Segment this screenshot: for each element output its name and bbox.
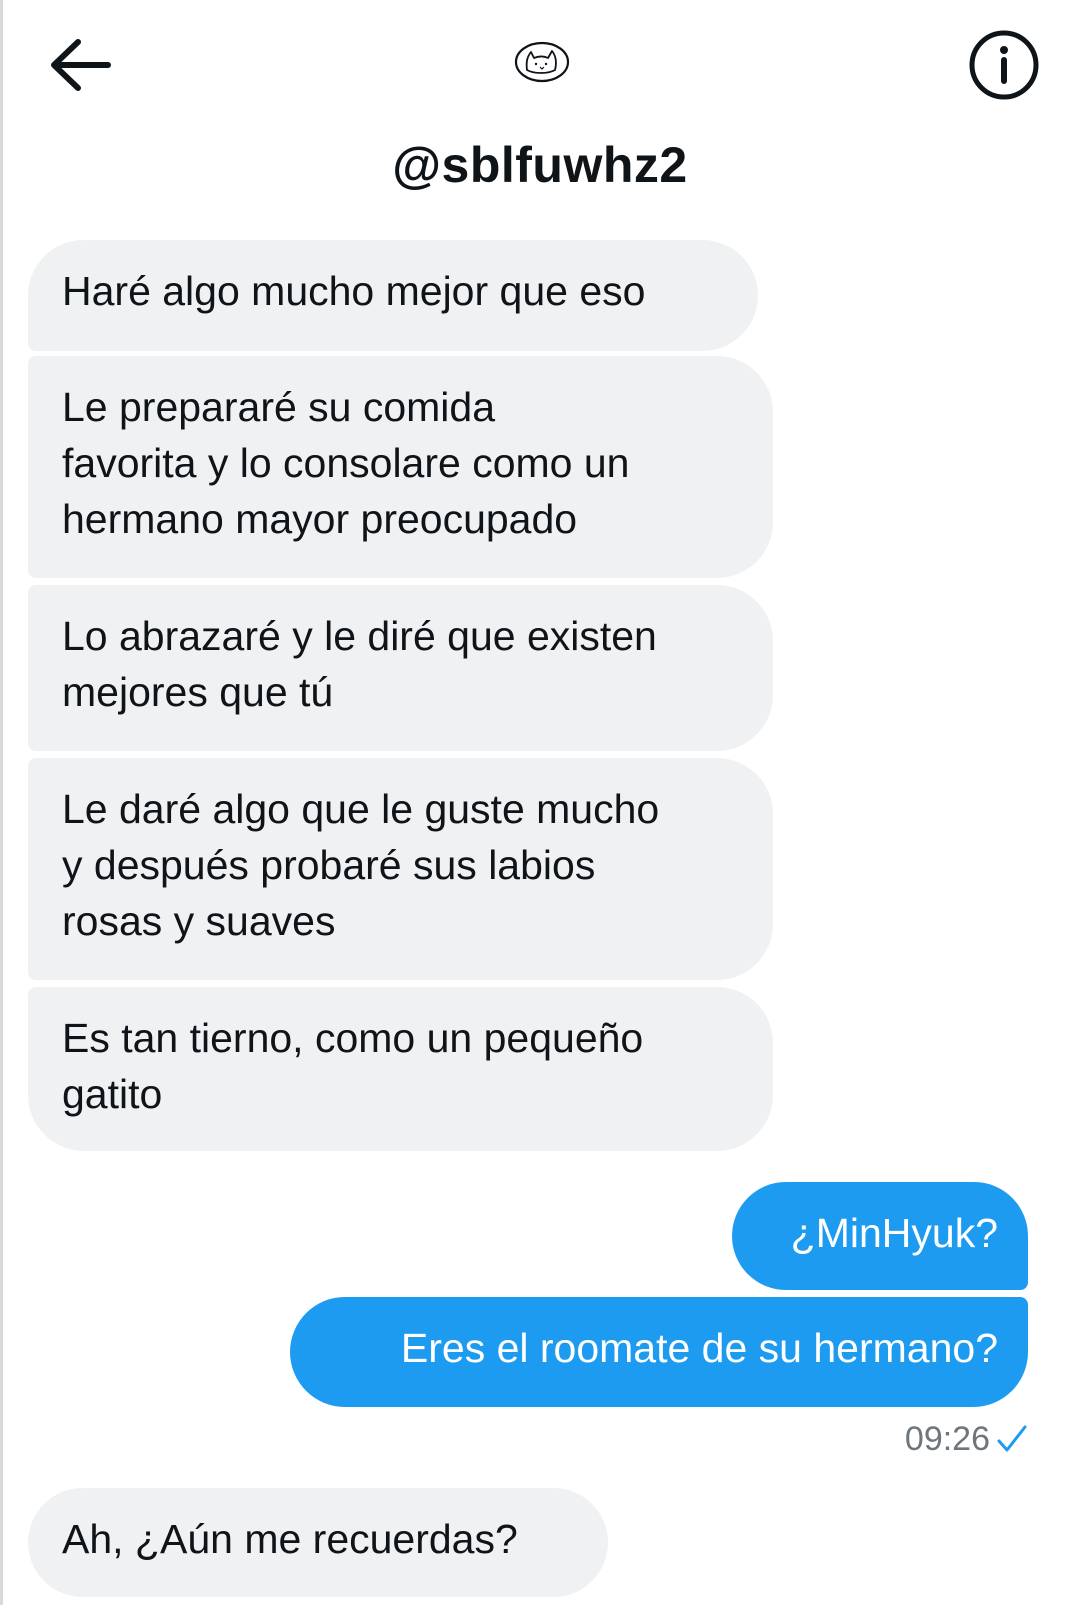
message-line: y después probaré sus labios (62, 842, 596, 888)
conversation-header: @sblfuwhz2 (0, 0, 1080, 220)
info-button[interactable] (966, 27, 1042, 103)
message-line: Le prepararé su comida (62, 384, 496, 430)
message-line: hermano mayor preocupado (62, 496, 578, 542)
arrow-left-icon (51, 39, 111, 91)
message-line: gatito (62, 1071, 163, 1117)
message-line: Es tan tierno, como un pequeño (62, 1015, 644, 1061)
message-bubble-sent[interactable]: Eres el roomate de su hermano? (290, 1297, 1028, 1407)
message-text: ¿MinHyuk? (790, 1210, 998, 1256)
message-text: Eres el roomate de su hermano? (400, 1325, 998, 1371)
message-line: rosas y suaves (62, 898, 336, 944)
message-bubble-received[interactable]: Ah, ¿Aún me recuerdas? (28, 1488, 608, 1597)
back-button[interactable] (44, 30, 124, 100)
message-line: Lo abrazaré y le diré que existen (62, 613, 657, 659)
message-bubble-received[interactable]: Haré algo mucho mejor que eso (28, 240, 758, 351)
message-bubble-received[interactable]: Es tan tierno, como un pequeño gatito (28, 987, 773, 1151)
info-circle-icon (969, 30, 1039, 100)
message-line: favorita y lo consolare como un (62, 440, 630, 486)
message-text: Haré algo mucho mejor que eso (62, 268, 646, 314)
checkmark-icon (997, 1425, 1027, 1452)
message-meta: 09:26 (905, 1418, 1028, 1460)
message-bubble-received[interactable]: Le daré algo que le guste mucho y despué… (28, 758, 773, 980)
message-text: Ah, ¿Aún me recuerdas? (62, 1516, 518, 1562)
conversation-title: @sblfuwhz2 (392, 137, 688, 193)
cat-doodle-icon[interactable] (512, 40, 572, 84)
message-bubble-sent[interactable]: ¿MinHyuk? (732, 1182, 1028, 1290)
left-edge-divider (0, 0, 3, 1605)
message-line: mejores que tú (62, 669, 334, 715)
message-timestamp: 09:26 (904, 1419, 990, 1458)
message-line: Le daré algo que le guste mucho (62, 786, 660, 832)
message-bubble-received[interactable]: Le prepararé su comida favorita y lo con… (28, 356, 773, 578)
message-bubble-received[interactable]: Lo abrazaré y le diré que existen mejore… (28, 585, 773, 751)
